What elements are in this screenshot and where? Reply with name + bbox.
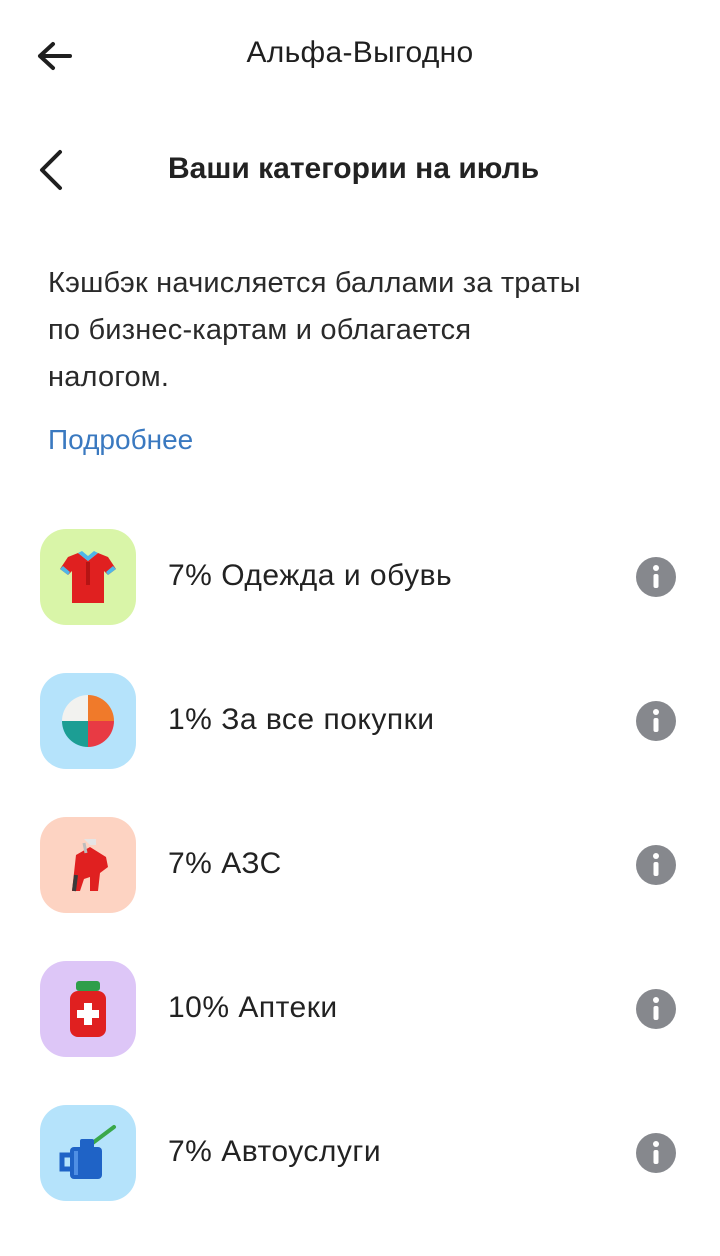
category-item-all-purchases[interactable]: 1% За все покупки bbox=[0, 649, 720, 793]
category-icon-tile bbox=[40, 1105, 136, 1201]
fuel-nozzle-icon bbox=[72, 839, 108, 892]
category-icon-tile bbox=[40, 817, 136, 913]
category-item-auto-services[interactable]: 7% Автоуслуги bbox=[0, 1081, 720, 1225]
top-app-bar: Альфа-Выгодно bbox=[0, 0, 720, 112]
shirt-icon bbox=[60, 551, 116, 603]
sub-header: Ваши категории на июль bbox=[0, 130, 720, 210]
page-title: Ваши категории на июль bbox=[168, 152, 540, 185]
app-title: Альфа-Выгодно bbox=[246, 36, 474, 69]
category-label: 10% Аптеки bbox=[168, 991, 338, 1024]
category-icon-tile bbox=[40, 529, 136, 625]
category-item-clothing[interactable]: 7% Одежда и обувь bbox=[0, 505, 720, 649]
category-icon-tile bbox=[40, 673, 136, 769]
info-icon[interactable] bbox=[636, 557, 676, 597]
medicine-jar-icon bbox=[70, 981, 106, 1037]
category-item-pharmacy[interactable]: 10% Аптеки bbox=[0, 937, 720, 1081]
description-line: по бизнес-картам и облагается bbox=[48, 314, 472, 346]
description-line: налогом. bbox=[48, 361, 170, 393]
pie-chart-icon bbox=[62, 695, 114, 747]
category-label: 7% Одежда и обувь bbox=[168, 559, 453, 592]
description-line: Кэшбэк начисляется баллами за траты bbox=[48, 267, 581, 299]
category-label: 1% За все покупки bbox=[168, 703, 435, 736]
info-icon[interactable] bbox=[636, 701, 676, 741]
info-icon[interactable] bbox=[636, 845, 676, 885]
chevron-left-icon[interactable] bbox=[34, 148, 70, 192]
category-icon-tile bbox=[40, 961, 136, 1057]
more-info-link[interactable]: Подробнее bbox=[48, 424, 193, 456]
category-item-gas-station[interactable]: 7% АЗС bbox=[0, 793, 720, 937]
category-list: 7% Одежда и обувь 1% За все покупки 7% А… bbox=[0, 505, 720, 1225]
info-icon[interactable] bbox=[636, 989, 676, 1029]
oil-can-icon bbox=[59, 1125, 116, 1179]
cashback-description: Кэшбэк начисляется баллами за траты по б… bbox=[48, 260, 678, 401]
info-icon[interactable] bbox=[636, 1133, 676, 1173]
category-label: 7% АЗС bbox=[168, 847, 282, 880]
category-label: 7% Автоуслуги bbox=[168, 1135, 382, 1168]
